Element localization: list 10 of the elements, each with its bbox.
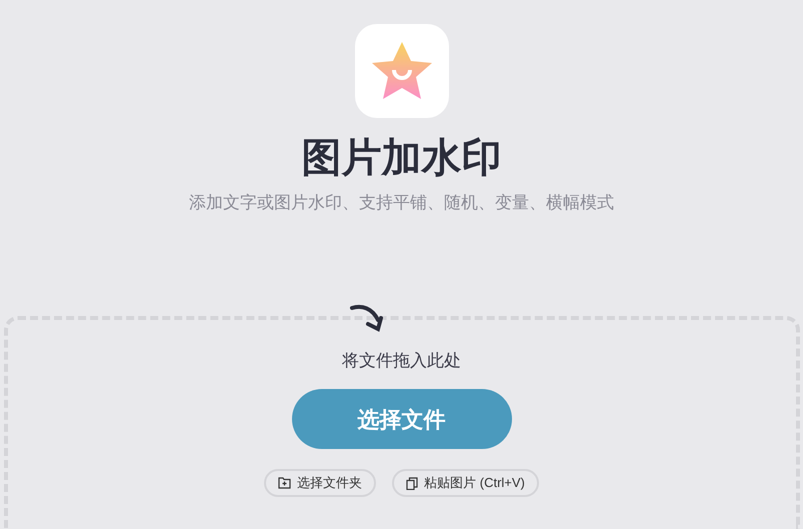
drop-zone[interactable]: 将文件拖入此处 选择文件 选择文件夹 粘贴图片 (Ctrl+V) [4,316,800,529]
copy-icon [406,476,418,490]
page-title: 图片加水印 [302,135,502,182]
paste-image-button[interactable]: 粘贴图片 (Ctrl+V) [392,469,539,497]
curved-arrow-icon [348,304,384,332]
folder-plus-icon [278,477,292,489]
drop-hint: 将文件拖入此处 [342,350,461,372]
choose-folder-button[interactable]: 选择文件夹 [264,469,376,497]
star-icon [370,40,434,102]
page-subtitle: 添加文字或图片水印、支持平铺、随机、变量、横幅模式 [189,192,614,214]
